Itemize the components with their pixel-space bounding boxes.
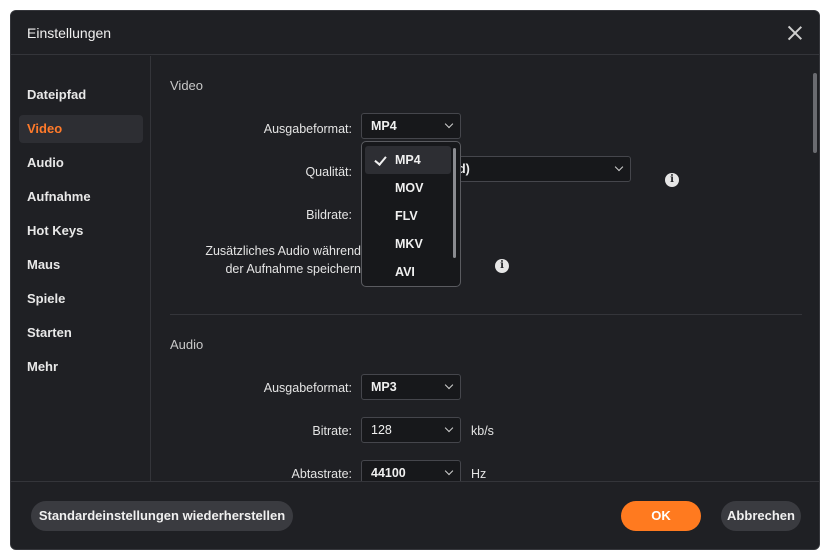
samplerate-value: 44100	[371, 466, 406, 480]
chevron-down-icon	[444, 466, 454, 476]
sidebar-item-dateipfad[interactable]: Dateipfad	[19, 81, 143, 109]
extra-audio-label: Zusätzliches Audio während der Aufnahme …	[172, 242, 361, 278]
content-scrollbar[interactable]	[813, 73, 817, 153]
dropdown-option-mkv[interactable]: MKV	[365, 230, 451, 258]
dialog-title: Einstellungen	[27, 25, 112, 41]
audio-format-value: MP3	[371, 380, 397, 394]
settings-dialog: Einstellungen Dateipfad Video Audio Aufn…	[10, 10, 820, 550]
restore-defaults-button[interactable]: Standardeinstellungen wiederherstellen	[31, 501, 293, 531]
framerate-label: Bildrate:	[306, 208, 352, 222]
dropdown-scrollbar[interactable]	[453, 148, 456, 258]
audio-section-title: Audio	[170, 337, 204, 352]
quality-info-icon[interactable]: i	[665, 173, 679, 187]
quality-label: Qualität:	[305, 165, 352, 179]
video-format-label: Ausgabeformat:	[263, 122, 352, 136]
cancel-button[interactable]: Abbrechen	[721, 501, 801, 531]
title-bar: Einstellungen	[11, 11, 819, 55]
video-format-select[interactable]: MP4	[361, 113, 461, 139]
sidebar-item-audio[interactable]: Audio	[19, 149, 143, 177]
audio-bitrate-value: 128	[371, 423, 392, 437]
sidebar-item-mehr[interactable]: Mehr	[19, 353, 143, 381]
samplerate-label: Abtastrate:	[291, 467, 352, 481]
audio-bitrate-select[interactable]: 128	[361, 417, 461, 443]
audio-format-label: Ausgabeformat:	[263, 381, 352, 395]
video-section-title: Video	[170, 78, 204, 93]
video-format-value: MP4	[371, 119, 397, 133]
sidebar-item-video[interactable]: Video	[19, 115, 143, 143]
extra-audio-label-line1: Zusätzliches Audio während	[205, 244, 361, 258]
dropdown-option-mov[interactable]: MOV	[365, 174, 451, 202]
dropdown-option-flv[interactable]: FLV	[365, 202, 451, 230]
section-divider	[170, 314, 802, 315]
ok-button[interactable]: OK	[621, 501, 701, 531]
sidebar-item-maus[interactable]: Maus	[19, 251, 143, 279]
sidebar-item-spiele[interactable]: Spiele	[19, 285, 143, 313]
chevron-down-icon	[444, 380, 454, 390]
extra-audio-info-icon[interactable]: i	[495, 259, 509, 273]
checkmark-icon	[374, 153, 387, 166]
sidebar-item-aufnahme[interactable]: Aufnahme	[19, 183, 143, 211]
dialog-footer: Standardeinstellungen wiederherstellen O…	[11, 481, 819, 549]
chevron-down-icon	[444, 119, 454, 129]
extra-audio-label-line2: der Aufnahme speichern	[225, 262, 361, 276]
samplerate-unit: Hz	[471, 467, 487, 481]
chevron-down-icon	[614, 162, 624, 172]
dropdown-option-mp4[interactable]: MP4	[365, 146, 451, 174]
sidebar: Dateipfad Video Audio Aufnahme Hot Keys …	[11, 56, 151, 481]
close-icon[interactable]	[785, 23, 805, 43]
audio-bitrate-label: Bitrate:	[312, 424, 352, 438]
audio-bitrate-unit: kb/s	[471, 424, 494, 438]
sidebar-item-hot-keys[interactable]: Hot Keys	[19, 217, 143, 245]
sidebar-item-starten[interactable]: Starten	[19, 319, 143, 347]
video-format-dropdown: MP4 MOV FLV MKV AVI	[361, 141, 461, 287]
chevron-down-icon	[444, 423, 454, 433]
dropdown-option-avi[interactable]: AVI	[365, 258, 451, 286]
settings-content: Video Ausgabeformat: MP4 Qualität: d) i …	[152, 56, 819, 486]
audio-format-select[interactable]: MP3	[361, 374, 461, 400]
